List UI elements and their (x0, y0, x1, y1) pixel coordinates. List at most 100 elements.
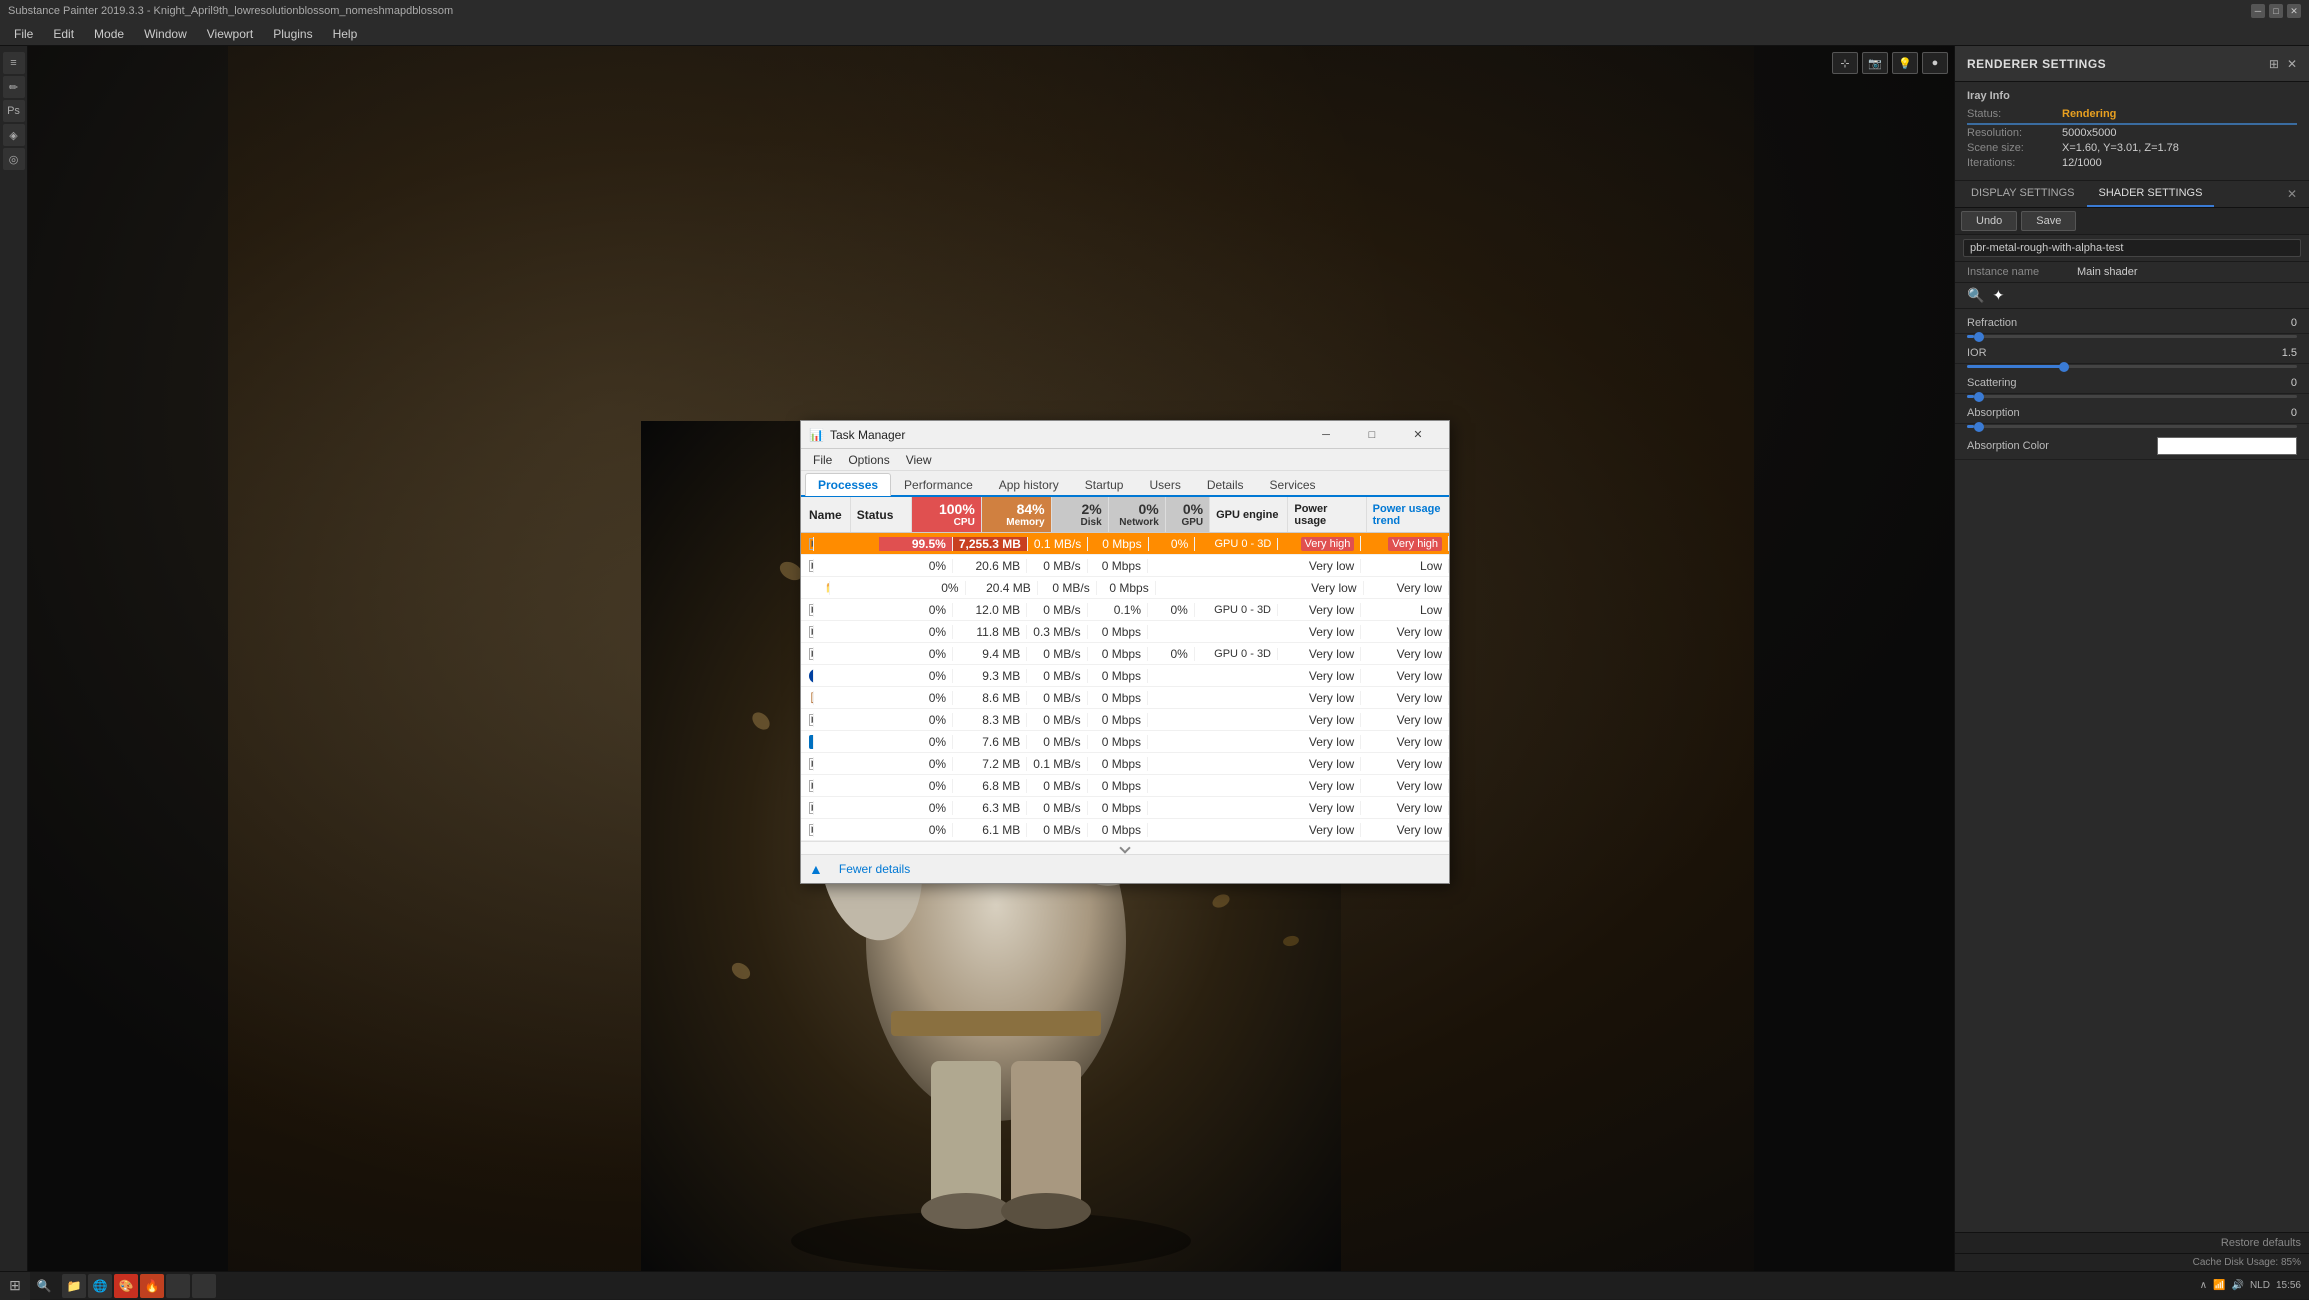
absorption-color-swatch[interactable] (2157, 437, 2297, 455)
search-button[interactable]: 🔍 (30, 1272, 58, 1300)
table-row[interactable]: ▶ Norton Security 0% 11.8 MB 0.3 MB/s 0 … (801, 621, 1449, 643)
table-row[interactable]: ▶ Mobiele abonnementen (2) 0% 6.8 MB 0 M… (801, 775, 1449, 797)
vp-record-btn[interactable]: ● (1922, 52, 1948, 74)
proc-pwr: Very low (1278, 603, 1361, 617)
expand-btn[interactable]: ▶ (809, 626, 814, 638)
ior-slider-track[interactable] (1967, 365, 2297, 368)
expand-btn[interactable]: ▶ (809, 780, 814, 792)
menu-window[interactable]: Window (134, 25, 197, 43)
menu-help[interactable]: Help (323, 25, 368, 43)
table-row[interactable]: ▶ Substance Painter 2019.3.3 - Kni... 99… (801, 533, 1449, 555)
tm-scroll-area[interactable] (801, 841, 1449, 854)
proc-gpu: 0% (1148, 603, 1195, 617)
vp-light-btn[interactable]: 💡 (1892, 52, 1918, 74)
tm-tab-users[interactable]: Users (1136, 473, 1193, 496)
tm-tab-processes[interactable]: Processes (805, 473, 891, 496)
col-power-usage[interactable]: Power usage (1288, 497, 1366, 532)
tm-maximize-btn[interactable]: □ (1349, 421, 1395, 449)
expand-btn[interactable]: ▶ (809, 714, 814, 726)
sidebar-layers-icon[interactable]: ≡ (3, 52, 25, 74)
table-row[interactable]: ▶ ⚙ Service Host: DCOM Server Proc... 0%… (801, 753, 1449, 775)
renderer-popout-icon[interactable]: ⊞ (2269, 57, 2279, 71)
magnify-icon[interactable]: 🔍 (1967, 287, 1984, 304)
tm-tab-startup[interactable]: Startup (1072, 473, 1137, 496)
close-btn[interactable]: ✕ (2287, 4, 2301, 18)
table-row[interactable]: LGHUB 0% 9.3 MB 0 MB/s 0 Mbps Very low V… (801, 665, 1449, 687)
absorption-slider-track[interactable] (1967, 425, 2297, 428)
taskbar-icon-2[interactable]: 🌐 (88, 1274, 112, 1298)
col-gpu[interactable]: 0% GPU (1166, 497, 1210, 532)
save-button[interactable]: Save (2021, 211, 2076, 231)
taskbar-icon-5[interactable] (166, 1274, 190, 1298)
table-row[interactable]: ▶ 💡 MysticLight2_Service 0% 8.3 MB 0 MB/… (801, 709, 1449, 731)
tm-close-btn[interactable]: ✕ (1395, 421, 1441, 449)
taskbar-sound-icon: 🔊 (2232, 1280, 2244, 1291)
tm-menu-options[interactable]: Options (840, 451, 897, 469)
tm-tab-services[interactable]: Services (1257, 473, 1329, 496)
restore-defaults-btn[interactable]: Restore defaults (2221, 1237, 2301, 1249)
col-name[interactable]: Name (801, 497, 851, 532)
menu-plugins[interactable]: Plugins (263, 25, 322, 43)
expand-btn[interactable]: ▶ (809, 824, 814, 836)
tm-tab-apphistory[interactable]: App history (986, 473, 1072, 496)
undo-button[interactable]: Undo (1961, 211, 2017, 231)
taskbar-icon-3[interactable]: 🎨 (114, 1274, 138, 1298)
taskbar-icon-6[interactable] (192, 1274, 216, 1298)
expand-btn[interactable]: ▶ (809, 802, 814, 814)
taskbar-icon-4[interactable]: 🔥 (140, 1274, 164, 1298)
vp-camera-btn[interactable]: 📷 (1862, 52, 1888, 74)
fewer-details-btn[interactable]: Fewer details (829, 859, 920, 879)
tab-shader-settings[interactable]: SHADER SETTINGS (2087, 181, 2215, 207)
refraction-slider-track[interactable] (1967, 335, 2297, 338)
tab-display-settings[interactable]: DISPLAY SETTINGS (1959, 181, 2087, 207)
refraction-slider-thumb[interactable] (1974, 332, 1984, 342)
renderer-close-icon[interactable]: ✕ (2287, 57, 2297, 71)
palette-icon[interactable]: ✦ (1992, 287, 2004, 304)
menu-file[interactable]: File (4, 25, 43, 43)
menu-viewport[interactable]: Viewport (197, 25, 263, 43)
sidebar-globe-icon[interactable]: ◎ (3, 148, 25, 170)
expand-btn[interactable]: ▶ (809, 604, 814, 616)
taskbar-icon-1[interactable]: 📁 (62, 1274, 86, 1298)
expand-btn[interactable]: ▶ (809, 538, 814, 550)
tm-menu-file[interactable]: File (805, 451, 840, 469)
col-cpu[interactable]: 100% CPU (912, 497, 982, 532)
col-gpu-engine[interactable]: GPU engine (1210, 497, 1288, 532)
expand-btn[interactable]: ▶ (809, 560, 814, 572)
table-row[interactable]: ▶ 📊 Task Manager 0% 20.6 MB 0 MB/s 0 Mbp… (801, 555, 1449, 577)
scattering-slider-thumb[interactable] (1974, 392, 1984, 402)
table-row[interactable]: ▶ 🖥 Desktop Window Manager 0% 12.0 MB 0 … (801, 599, 1449, 621)
table-row[interactable]: 📋 Registry 0% 8.6 MB 0 MB/s 0 Mbps Very … (801, 687, 1449, 709)
col-disk[interactable]: 2% Disk (1052, 497, 1109, 532)
tm-tab-performance[interactable]: Performance (891, 473, 986, 496)
sidebar-stamp-icon[interactable]: ◈ (3, 124, 25, 146)
tm-menu-view[interactable]: View (898, 451, 940, 469)
expand-btn[interactable]: ▶ (809, 758, 814, 770)
start-button[interactable]: ⊞ (0, 1272, 30, 1300)
col-status[interactable]: Status (851, 497, 912, 532)
minimize-btn[interactable]: ─ (2251, 4, 2265, 18)
absorption-slider-thumb[interactable] (1974, 422, 1984, 432)
vp-cursor-btn[interactable]: ⊹ (1832, 52, 1858, 74)
ior-slider-thumb[interactable] (2059, 362, 2069, 372)
expand-btn[interactable]: ▶ (809, 648, 814, 660)
col-power-trend[interactable]: Power usage trend (1367, 497, 1449, 532)
maximize-btn[interactable]: □ (2269, 4, 2283, 18)
tm-tab-details[interactable]: Details (1194, 473, 1257, 496)
tab-close-icon[interactable]: ✕ (2279, 183, 2305, 205)
table-row[interactable]: ▶ Microsoft Windows Search Inde... 0% 6.… (801, 797, 1449, 819)
col-memory[interactable]: 84% Memory (982, 497, 1052, 532)
menu-edit[interactable]: Edit (43, 25, 84, 43)
tm-minimize-btn[interactable]: ─ (1303, 421, 1349, 449)
sidebar-ps-icon[interactable]: Ps (3, 100, 25, 122)
table-row[interactable]: 📁 Windows Explorer 0% 20.4 MB 0 MB/s 0 M… (801, 577, 1449, 599)
col-network[interactable]: 0% Network (1109, 497, 1166, 532)
table-row[interactable]: ▶ ⚙ Service Host: Remote Procedure... 0%… (801, 819, 1449, 841)
table-row[interactable]: ▶ ⌨ Microsoft Text Input Application 0% … (801, 643, 1449, 665)
menu-mode[interactable]: Mode (84, 25, 134, 43)
shader-name-input[interactable] (1963, 239, 2301, 257)
table-row[interactable]: Dashlane (32 bit) 0% 7.6 MB 0 MB/s 0 Mbp… (801, 731, 1449, 753)
scattering-slider-track[interactable] (1967, 395, 2297, 398)
taskbar-arrow-up[interactable]: ∧ (2200, 1280, 2207, 1291)
sidebar-brush-icon[interactable]: ✏ (3, 76, 25, 98)
